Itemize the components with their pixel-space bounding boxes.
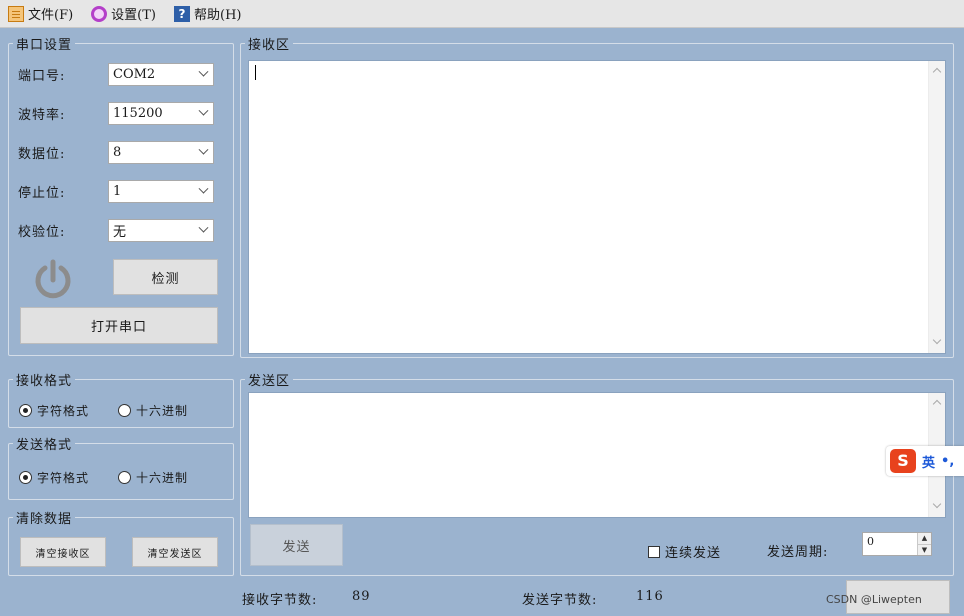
menu-help[interactable]: ? 帮助(H) — [174, 4, 241, 23]
scroll-down-icon[interactable] — [932, 335, 942, 345]
parity-select[interactable]: 无 — [108, 219, 214, 242]
ime-punctuation[interactable]: •, — [941, 454, 954, 469]
baud-value: 115200 — [113, 106, 163, 121]
receive-format-group: 接收格式 — [8, 370, 234, 428]
send-hex-label: 十六进制 — [136, 471, 189, 485]
receive-area-title: 接收区 — [248, 38, 291, 53]
chevron-down-icon — [198, 66, 209, 77]
port-value: COM2 — [113, 67, 156, 82]
parity-label: 校验位: — [18, 225, 66, 240]
databits-row: 数据位: 8 — [18, 141, 214, 164]
receive-char-option[interactable]: 字符格式 — [19, 402, 89, 419]
parity-value: 无 — [113, 225, 127, 240]
scroll-up-icon[interactable] — [932, 67, 942, 77]
power-icon — [35, 259, 71, 299]
send-format-group: 发送格式 — [8, 434, 234, 500]
port-select[interactable]: COM2 — [108, 63, 214, 86]
send-button[interactable]: 发送 — [250, 524, 343, 566]
received-bytes-value: 89 — [352, 589, 371, 604]
menu-bar: 文件(F) 设置(T) ? 帮助(H) — [0, 0, 964, 28]
menu-settings[interactable]: 设置(T) — [91, 4, 156, 23]
gear-icon — [91, 5, 108, 22]
radio-unchecked[interactable] — [118, 404, 131, 417]
help-icon: ? — [174, 5, 190, 22]
send-hex-option[interactable]: 十六进制 — [118, 469, 188, 486]
menu-help-label: 帮助(H) — [194, 8, 242, 23]
clear-receive-button[interactable]: 清空接收区 — [20, 537, 106, 567]
send-period-stepper[interactable]: 0 ▲ ▼ — [862, 532, 932, 556]
sent-bytes-value: 116 — [636, 589, 664, 604]
radio-checked[interactable] — [19, 471, 32, 484]
clear-send-button[interactable]: 清空发送区 — [132, 537, 218, 567]
receive-textarea[interactable] — [248, 60, 946, 354]
continuous-send-label: 连续发送 — [665, 546, 722, 561]
received-bytes-label: 接收字节数: — [242, 593, 318, 608]
clear-data-title: 清除数据 — [16, 512, 73, 527]
sent-bytes-label: 发送字节数: — [522, 593, 598, 608]
continuous-send-option[interactable]: 连续发送 — [648, 542, 721, 561]
databits-value: 8 — [113, 145, 122, 160]
databits-select[interactable]: 8 — [108, 141, 214, 164]
stepper-down-icon[interactable]: ▼ — [918, 544, 931, 555]
text-caret — [255, 65, 256, 80]
send-format-title: 发送格式 — [16, 438, 73, 453]
stepper-up-icon[interactable]: ▲ — [918, 533, 931, 544]
chevron-down-icon — [198, 144, 209, 155]
stopbits-label: 停止位: — [18, 186, 66, 201]
send-period-label: 发送周期: — [767, 545, 829, 560]
baud-label: 波特率: — [18, 108, 66, 123]
port-label: 端口号: — [18, 69, 66, 84]
menu-settings-label: 设置(T) — [111, 8, 156, 23]
watermark: CSDN @Liwepten — [826, 593, 922, 606]
send-char-label: 字符格式 — [37, 471, 90, 485]
parity-row: 校验位: 无 — [18, 219, 214, 242]
continuous-send-checkbox[interactable] — [648, 545, 660, 558]
stepper-arrows[interactable]: ▲ ▼ — [917, 533, 931, 555]
chevron-down-icon — [198, 105, 209, 116]
receive-format-title: 接收格式 — [16, 374, 73, 389]
scroll-up-icon[interactable] — [932, 399, 942, 409]
menu-file[interactable]: 文件(F) — [8, 4, 73, 23]
receive-hex-option[interactable]: 十六进制 — [118, 402, 188, 419]
chevron-down-icon — [198, 183, 209, 194]
radio-checked[interactable] — [19, 404, 32, 417]
stopbits-row: 停止位: 1 — [18, 180, 214, 203]
radio-unchecked[interactable] — [118, 471, 131, 484]
receive-char-label: 字符格式 — [37, 404, 90, 418]
receive-hex-label: 十六进制 — [136, 404, 189, 418]
send-char-option[interactable]: 字符格式 — [19, 469, 89, 486]
stopbits-value: 1 — [113, 184, 122, 199]
databits-label: 数据位: — [18, 147, 66, 162]
send-area-title: 发送区 — [248, 374, 291, 389]
baud-row: 波特率: 115200 — [18, 102, 214, 125]
chevron-down-icon — [198, 222, 209, 233]
open-port-button[interactable]: 打开串口 — [20, 307, 218, 344]
scroll-down-icon[interactable] — [932, 499, 942, 509]
menu-file-label: 文件(F) — [28, 8, 74, 23]
ime-language[interactable]: 英 — [922, 452, 935, 471]
ime-logo-icon: S — [890, 449, 916, 473]
ime-toolbar[interactable]: S 英 •, — [886, 446, 964, 476]
send-period-value: 0 — [867, 535, 874, 548]
send-textarea[interactable] — [248, 392, 946, 518]
baud-select[interactable]: 115200 — [108, 102, 214, 125]
port-row: 端口号: COM2 — [18, 63, 214, 86]
detect-button[interactable]: 检测 — [113, 259, 218, 295]
receive-scrollbar[interactable] — [928, 61, 945, 353]
stopbits-select[interactable]: 1 — [108, 180, 214, 203]
serial-settings-title: 串口设置 — [16, 38, 73, 53]
file-icon — [8, 5, 24, 22]
